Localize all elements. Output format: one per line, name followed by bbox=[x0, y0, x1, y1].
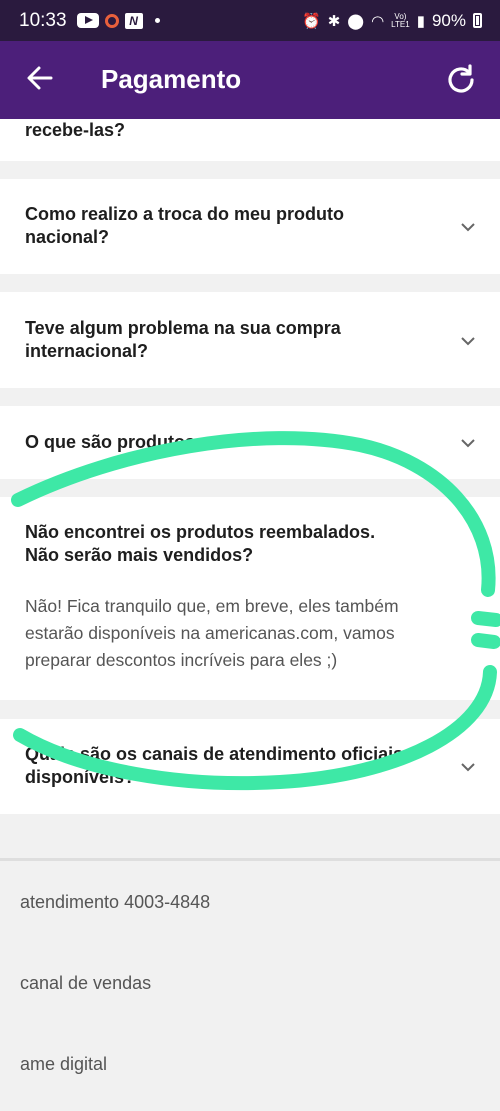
faq-question: Teve algum problema na sua compra intern… bbox=[25, 318, 341, 361]
notification-icons: N bbox=[76, 12, 160, 29]
back-arrow-icon[interactable] bbox=[25, 63, 55, 93]
footer-link-atendimento[interactable]: atendimento 4003-4848 bbox=[20, 892, 210, 913]
news-icon: N bbox=[124, 12, 143, 29]
faq-question: O que são produtos ... ? bbox=[25, 432, 232, 452]
faq-question: Não encontrei os produtos reembalados. N… bbox=[25, 522, 376, 565]
faq-question: Como realizo a troca do meu produto naci… bbox=[25, 204, 345, 247]
chevron-down-icon[interactable] bbox=[460, 437, 476, 449]
refresh-icon[interactable] bbox=[444, 63, 478, 97]
footer-link-ame-digital[interactable]: ame digital bbox=[20, 1054, 107, 1075]
wifi-icon: ◠ bbox=[371, 12, 385, 30]
faq-question: recebe-las? bbox=[25, 120, 126, 140]
faq-answer: Não! Fica tranquilo que, em breve, eles … bbox=[25, 596, 399, 670]
alarm-icon: ⏰ bbox=[302, 12, 321, 30]
record-icon bbox=[104, 13, 119, 28]
status-bar: 10:33 N ⏰ ✱ ⬤ ◠ Vo) LTE1 ▮ 90% bbox=[0, 0, 500, 41]
section-divider bbox=[0, 858, 500, 861]
faq-item[interactable]: Como realizo a troca do meu produto naci… bbox=[0, 179, 500, 274]
status-time: 10:33 bbox=[19, 9, 67, 31]
more-notifications-icon bbox=[154, 18, 160, 23]
chevron-down-icon[interactable] bbox=[460, 335, 476, 347]
bluetooth-icon: ✱ bbox=[327, 12, 341, 30]
chevron-down-icon[interactable] bbox=[460, 761, 476, 773]
battery-percentage: 90% bbox=[431, 10, 466, 30]
chevron-down-icon[interactable] bbox=[460, 221, 476, 233]
faq-question: Quais são os canais de atendimento ofici… bbox=[25, 744, 404, 787]
faq-item[interactable]: Teve algum problema na sua compra intern… bbox=[0, 292, 500, 388]
footer-link-canal-vendas[interactable]: canal de vendas bbox=[20, 973, 151, 994]
app-bar: Pagamento bbox=[0, 41, 500, 119]
location-icon: ⬤ bbox=[347, 12, 365, 30]
signal-icon: ▮ bbox=[416, 12, 425, 30]
youtube-icon bbox=[76, 13, 99, 28]
volte-icon: Vo) LTE1 bbox=[391, 11, 410, 29]
faq-item-partial[interactable]: recebe-las? bbox=[0, 119, 500, 161]
faq-item[interactable]: O que são produtos ... ? bbox=[0, 406, 500, 479]
faq-item-expanded[interactable]: Não encontrei os produtos reembalados. N… bbox=[0, 497, 500, 700]
system-icons: ⏰ ✱ ⬤ ◠ Vo) LTE1 ▮ 90% bbox=[302, 11, 482, 31]
page-title: Pagamento bbox=[101, 64, 242, 94]
battery-icon bbox=[473, 13, 482, 28]
faq-item[interactable]: Quais são os canais de atendimento ofici… bbox=[0, 719, 500, 814]
